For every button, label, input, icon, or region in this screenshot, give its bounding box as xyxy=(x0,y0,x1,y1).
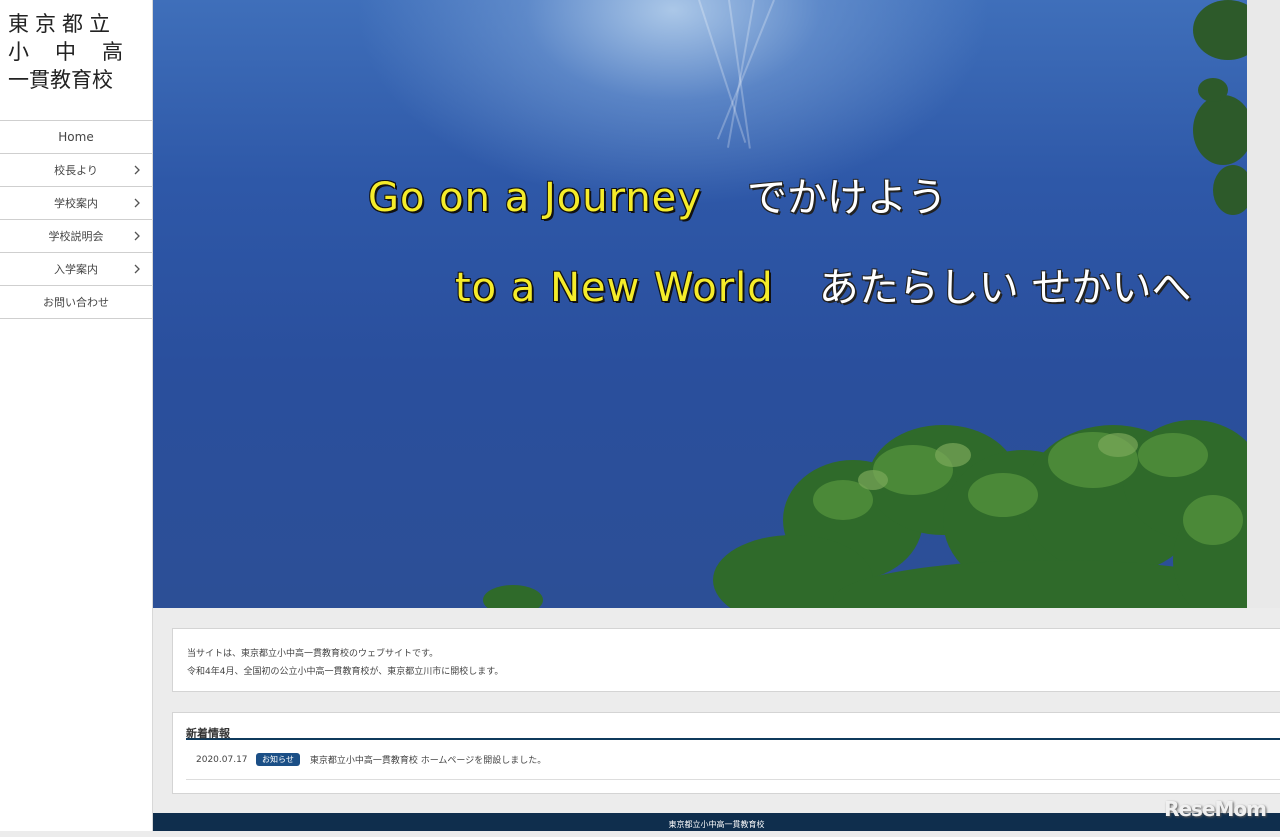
chevron-right-icon xyxy=(134,198,140,208)
news-title: 新着情報 xyxy=(186,713,1280,740)
chevron-right-icon xyxy=(134,231,140,241)
hero-side-strip xyxy=(1247,0,1280,608)
logo-line-1: 東京都立 xyxy=(8,12,116,36)
about-panel: 当サイトは、東京都立小中高一貫教育校のウェブサイトです。 令和4年4月、全国初の… xyxy=(172,628,1280,692)
nav-item-briefing[interactable]: 学校説明会 xyxy=(0,220,152,253)
logo-line-2: 小中高 xyxy=(8,40,149,64)
logo-line-3: 一貫教育校 xyxy=(8,68,113,92)
nav-item-label: 入学案内 xyxy=(54,263,98,276)
nav-item-principal[interactable]: 校長より xyxy=(0,154,152,187)
site-logo[interactable]: 東京都立 小中高 一貫教育校 xyxy=(0,0,152,120)
sidebar: 東京都立 小中高 一貫教育校 Home 校長より 学校案内 学校説明会 入学案内… xyxy=(0,0,153,831)
news-panel: 新着情報 2020.07.17 お知らせ 東京都立小中高一貫教育校 ホームページ… xyxy=(172,712,1280,794)
about-line-1: 当サイトは、東京都立小中高一貫教育校のウェブサイトです。 xyxy=(187,649,439,659)
nav-item-home[interactable]: Home xyxy=(0,121,152,154)
nav-item-label: Home xyxy=(58,130,94,144)
main-nav: Home 校長より 学校案内 学校説明会 入学案内 お問い合わせ xyxy=(0,120,152,319)
slogan-line-2: to a New World あたらしい せかいへ xyxy=(455,255,1192,313)
news-badge: お知らせ xyxy=(256,753,300,766)
nav-item-label: 学校説明会 xyxy=(48,230,104,243)
slogan-line-1: Go on a Journey でかけよう xyxy=(368,165,947,223)
slogan-ja: あたらしい せかいへ xyxy=(818,265,1192,311)
watermark-logo: ReseMom xyxy=(1164,797,1267,821)
nav-item-label: 学校案内 xyxy=(54,197,98,210)
chevron-right-icon xyxy=(134,165,140,175)
nav-item-contact[interactable]: お問い合わせ xyxy=(0,286,152,319)
slogan-en: to a New World xyxy=(455,265,774,311)
nav-item-admission[interactable]: 入学案内 xyxy=(0,253,152,286)
slogan-en: Go on a Journey xyxy=(368,175,702,221)
nav-item-label: 校長より xyxy=(54,164,98,177)
nav-item-label: お問い合わせ xyxy=(43,296,109,309)
news-text[interactable]: 東京都立小中高一貫教育校 ホームページを開設しました。 xyxy=(310,753,546,766)
nav-item-school-info[interactable]: 学校案内 xyxy=(0,187,152,220)
footer-text: 東京都立小中高一貫教育校 xyxy=(668,820,765,829)
news-item[interactable]: 2020.07.17 お知らせ 東京都立小中高一貫教育校 ホームページを開設しま… xyxy=(186,740,1280,780)
chevron-right-icon xyxy=(134,264,140,274)
about-line-2: 令和4年4月、全国初の公立小中高一貫教育校が、東京都立川市に開校します。 xyxy=(187,667,504,677)
footer: 東京都立小中高一貫教育校 xyxy=(153,813,1280,831)
slogan-ja: でかけよう xyxy=(747,175,948,221)
hero-image: Go on a Journey でかけよう to a New World あたら… xyxy=(153,0,1247,608)
news-date: 2020.07.17 xyxy=(196,754,248,765)
